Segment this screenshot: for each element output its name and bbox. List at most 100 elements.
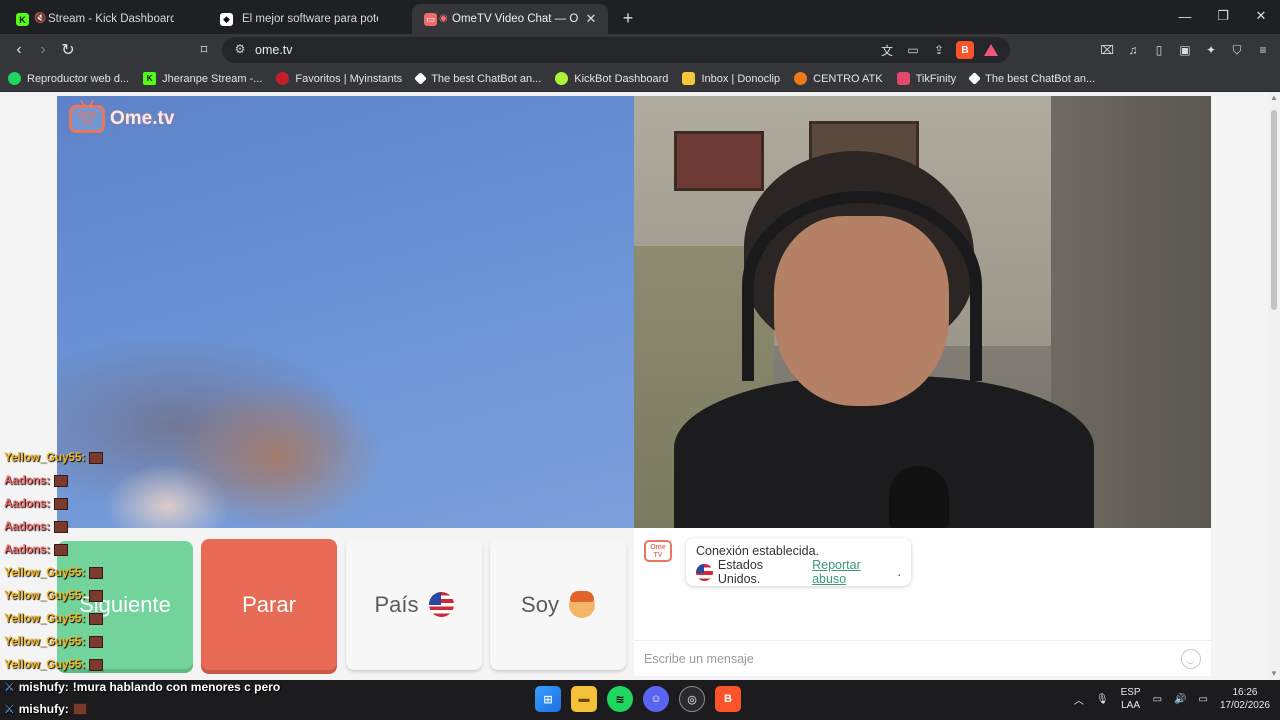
- brave-shields-icon[interactable]: B: [956, 41, 974, 59]
- tab-kick-dashboard[interactable]: K 🔇 Stream - Kick Dashboard: [4, 4, 204, 34]
- obs-icon[interactable]: ◎: [679, 686, 705, 712]
- scroll-down-icon[interactable]: ▼: [1270, 670, 1278, 678]
- forward-icon[interactable]: ›: [32, 39, 54, 61]
- emote-icon: [89, 566, 104, 579]
- file-explorer-icon[interactable]: ▬: [571, 686, 597, 712]
- chat-line: Aadons:: [4, 515, 144, 538]
- microphone-icon[interactable]: 🎙: [1096, 694, 1109, 705]
- bookmark-item[interactable]: The best ChatBot an...: [414, 72, 541, 85]
- language-indicator[interactable]: ESP LAA: [1121, 686, 1141, 712]
- windows-start-icon[interactable]: ⊞: [535, 686, 561, 712]
- message-input[interactable]: Escribe un mensaje: [634, 640, 1211, 676]
- emote-icon: [89, 589, 104, 602]
- reload-icon[interactable]: ↻: [57, 39, 79, 61]
- bookmark-item[interactable]: The best ChatBot an...: [968, 72, 1095, 85]
- battery-icon[interactable]: ▭: [1198, 694, 1207, 705]
- tab-label: El mejor software para potenciar tu st: [242, 13, 378, 25]
- tab-strip: K 🔇 Stream - Kick Dashboard ◆ El mejor s…: [0, 0, 1280, 34]
- bookmark-item[interactable]: Inbox | Donoclip: [682, 72, 780, 85]
- screenshot-icon[interactable]: ⌧: [1098, 41, 1116, 59]
- back-icon[interactable]: ‹: [8, 39, 30, 61]
- cast-icon[interactable]: ▭: [904, 41, 922, 59]
- share-icon[interactable]: ⇪: [930, 41, 948, 59]
- chat-line: Yellow_Guy55:: [4, 561, 144, 584]
- brave-icon[interactable]: B: [715, 686, 741, 712]
- sidebar-icon[interactable]: ▯: [1150, 41, 1168, 59]
- stream-chat-overlay: Yellow_Guy55: Aadons: Aadons: Aadons: Aadons…: [4, 446, 144, 676]
- muted-speaker-icon[interactable]: 🔇: [34, 13, 46, 25]
- close-tab-icon[interactable]: ✕: [584, 12, 598, 26]
- headphones: [742, 191, 982, 381]
- partner-country: Estados Unidos.: [717, 558, 764, 586]
- emote-icon: [54, 474, 68, 487]
- boy-emoji-icon: [568, 590, 595, 618]
- scroll-thumb[interactable]: [1271, 110, 1277, 310]
- ometv-logo-icon: Ome TV: [644, 540, 672, 562]
- chat-username: Yellow_Guy55:: [4, 451, 86, 464]
- tab-chatbot-software[interactable]: ◆ El mejor software para potenciar tu st: [208, 4, 408, 34]
- us-flag-icon: [428, 592, 454, 617]
- bookmark-item[interactable]: Favoritos | Myinstants: [276, 72, 402, 85]
- chat-panel: Ome TV Conexión establecida. Estados Unid…: [634, 528, 1211, 676]
- bookmark-item[interactable]: Reproductor web d...: [8, 72, 129, 85]
- leo-ai-icon[interactable]: ✦: [1202, 41, 1220, 59]
- stream-chat-bottom: ⚔ mishufy: !mura hablando con menores c …: [4, 676, 424, 720]
- emote-icon: [89, 635, 104, 648]
- ometv-page: Ome TV Ome.tv Siguiente Parar País Soy Om…: [0, 92, 1268, 680]
- spotify-icon[interactable]: ≋: [607, 686, 633, 712]
- browser-toolbar: ‹ › ↻ ⌑ ⚙ ome.tv 文 ▭ ⇪ B ⌧ ♫ ▯ ▣ ✦ ⛉ ≡: [0, 34, 1280, 66]
- country-button[interactable]: País: [346, 539, 482, 670]
- kickbot-icon: [555, 72, 569, 85]
- site-settings-icon[interactable]: ⚙: [232, 42, 248, 58]
- chat-line: Yellow_Guy55:: [4, 607, 144, 630]
- chat-line: Aadons:: [4, 469, 144, 492]
- bookmark-item[interactable]: K Jheranpe Stream -...: [143, 72, 262, 85]
- donoclip-icon: [682, 72, 696, 85]
- minimize-icon[interactable]: —: [1166, 0, 1204, 32]
- chat-line: Yellow_Guy55:: [4, 446, 144, 469]
- report-abuse-link[interactable]: Reportar abuso: [812, 558, 897, 586]
- kick-icon: K: [143, 72, 157, 85]
- vpn-icon[interactable]: ⛉: [1228, 41, 1246, 59]
- bookmark-icon[interactable]: ⌑: [193, 39, 215, 61]
- network-icon[interactable]: ▭: [1153, 694, 1162, 705]
- clock[interactable]: 16:26 17/02/2026: [1220, 686, 1270, 712]
- maximize-icon[interactable]: ❐: [1204, 0, 1242, 32]
- stop-button[interactable]: Parar: [201, 539, 337, 670]
- discord-icon[interactable]: ☺: [643, 686, 669, 712]
- spotify-icon: [8, 72, 21, 85]
- new-tab-button[interactable]: +: [614, 4, 642, 32]
- volume-icon[interactable]: 🔊: [1174, 694, 1186, 705]
- recording-icon: ◉: [439, 13, 448, 24]
- ometv-logo-icon: Ome TV: [69, 105, 105, 133]
- diamond-icon: [414, 72, 428, 85]
- chat-line: Yellow_Guy55:: [4, 584, 144, 607]
- wallet-icon[interactable]: ▣: [1176, 41, 1194, 59]
- menu-icon[interactable]: ≡: [1254, 41, 1272, 59]
- moderator-sword-icon: ⚔: [4, 702, 15, 716]
- tab-label: Stream - Kick Dashboard: [48, 13, 174, 25]
- address-bar[interactable]: ⚙ ome.tv 文 ▭ ⇪ B: [222, 37, 1010, 63]
- scroll-up-icon[interactable]: ▲: [1270, 94, 1278, 102]
- gender-button[interactable]: Soy: [490, 539, 626, 670]
- bookmark-item[interactable]: CENTRO ATK: [794, 72, 883, 85]
- system-tray: ︿ 🎙 ESP LAA ▭ 🔊 ▭ 16:26 17/02/2026: [1074, 686, 1270, 712]
- tray-overflow-icon[interactable]: ︿: [1074, 692, 1084, 707]
- chat-username: Aadons:: [4, 497, 50, 510]
- bookmark-item[interactable]: KickBot Dashboard: [555, 72, 668, 85]
- microphone: [889, 466, 949, 528]
- emote-icon: [54, 543, 68, 556]
- page-scrollbar[interactable]: ▲ ▼: [1268, 92, 1280, 680]
- ometv-tab-icon: ▭: [424, 13, 437, 26]
- tab-ometv[interactable]: ▭ ◉ OmeTV Video Chat — Omegl ✕: [412, 4, 608, 34]
- bookmark-item[interactable]: TikFinity: [896, 72, 956, 85]
- close-window-icon[interactable]: ✕: [1242, 0, 1280, 32]
- chat-line: Yellow_Guy55:: [4, 653, 144, 676]
- translate-icon[interactable]: 文: [878, 41, 896, 59]
- message-placeholder: Escribe un mensaje: [644, 652, 754, 666]
- url-text[interactable]: ome.tv: [255, 43, 293, 57]
- emoji-icon[interactable]: [1181, 649, 1201, 669]
- brave-rewards-icon[interactable]: [982, 41, 1000, 59]
- logo-wordmark: Ome.tv: [110, 108, 175, 129]
- media-icon[interactable]: ♫: [1124, 41, 1142, 59]
